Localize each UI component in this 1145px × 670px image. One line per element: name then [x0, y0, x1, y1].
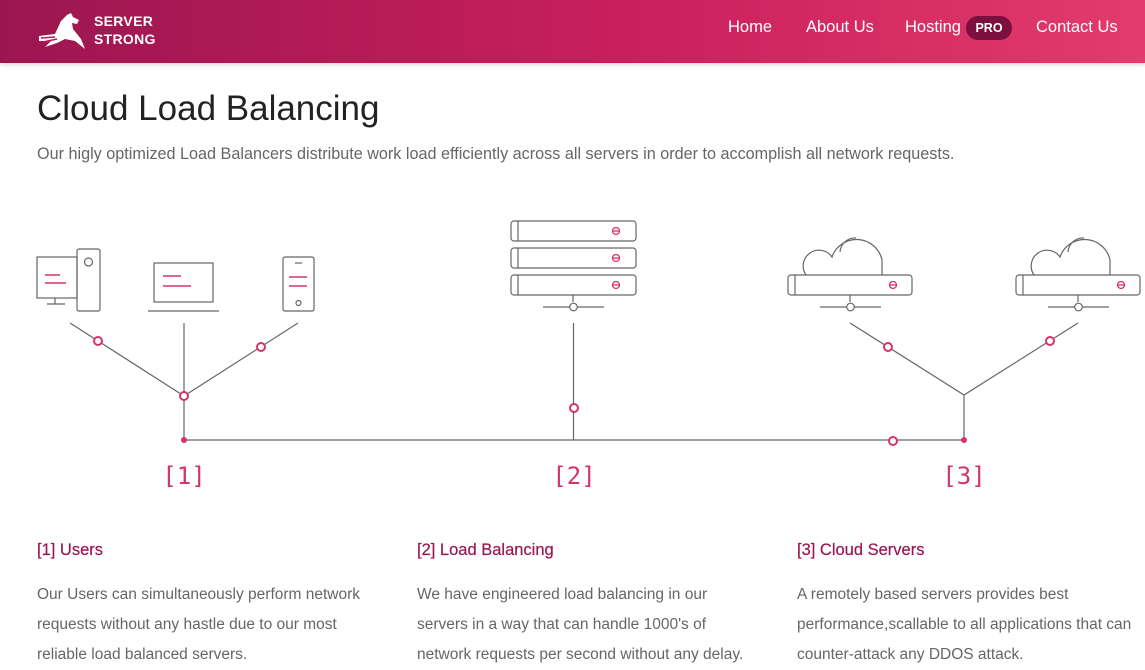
- link-node: [1045, 336, 1055, 346]
- link-node: [93, 336, 103, 346]
- brand-line-2: STRONG: [94, 31, 156, 47]
- nav-about-us[interactable]: About Us: [806, 17, 874, 37]
- brand-line-1: SERVER: [94, 13, 154, 29]
- brand-logo[interactable]: SERVER STRONG: [37, 9, 157, 53]
- feature-heading: [1] Users: [37, 541, 104, 559]
- feature-load-balancing: [2] Load Balancing We have engineered lo…: [417, 538, 762, 670]
- feature-body: We have engineered load balancing in our…: [417, 586, 744, 663]
- feature-users: [1] Users Our Users can simultaneously p…: [37, 538, 382, 670]
- marker-2: [2]: [552, 462, 595, 490]
- link-node: [883, 342, 893, 352]
- cloud-links: [849, 322, 1079, 440]
- nav-home[interactable]: Home: [728, 17, 772, 37]
- page-subtitle: Our higly optimized Load Balancers distr…: [37, 145, 955, 163]
- feature-cloud-servers: [3] Cloud Servers A remotely based serve…: [797, 538, 1142, 670]
- junction-dot: [181, 437, 187, 443]
- marker-1: [1]: [162, 462, 205, 490]
- pro-badge[interactable]: PRO: [966, 16, 1012, 40]
- brand-name: SERVER STRONG: [94, 12, 156, 48]
- cloud-server-icon: [787, 237, 913, 312]
- cloud-server-icon: [1015, 237, 1141, 312]
- feature-heading: [3] Cloud Servers: [797, 541, 925, 559]
- link-node: [888, 436, 898, 446]
- top-navbar: SERVER STRONG Home About Us Hosting PRO …: [0, 0, 1145, 63]
- junction-dot: [961, 437, 967, 443]
- link-node: [179, 391, 189, 401]
- user-links: [69, 322, 299, 397]
- page-title: Cloud Load Balancing: [37, 89, 380, 128]
- link-node: [256, 342, 266, 352]
- horse-logo-icon: [39, 13, 85, 49]
- nav-contact-us[interactable]: Contact Us: [1036, 17, 1118, 37]
- feature-heading: [2] Load Balancing: [417, 541, 554, 559]
- nav-hosting[interactable]: Hosting: [905, 17, 961, 37]
- marker-3: [3]: [942, 462, 985, 490]
- feature-body: Our Users can simultaneously perform net…: [37, 586, 361, 663]
- load-balancing-diagram: [1] [2] [3]: [36, 220, 1141, 490]
- link-node: [569, 403, 579, 413]
- desktop-icon: [36, 248, 101, 312]
- laptop-icon: [148, 262, 219, 312]
- mobile-icon: [282, 256, 315, 312]
- feature-body: A remotely based servers provides best p…: [797, 586, 1132, 663]
